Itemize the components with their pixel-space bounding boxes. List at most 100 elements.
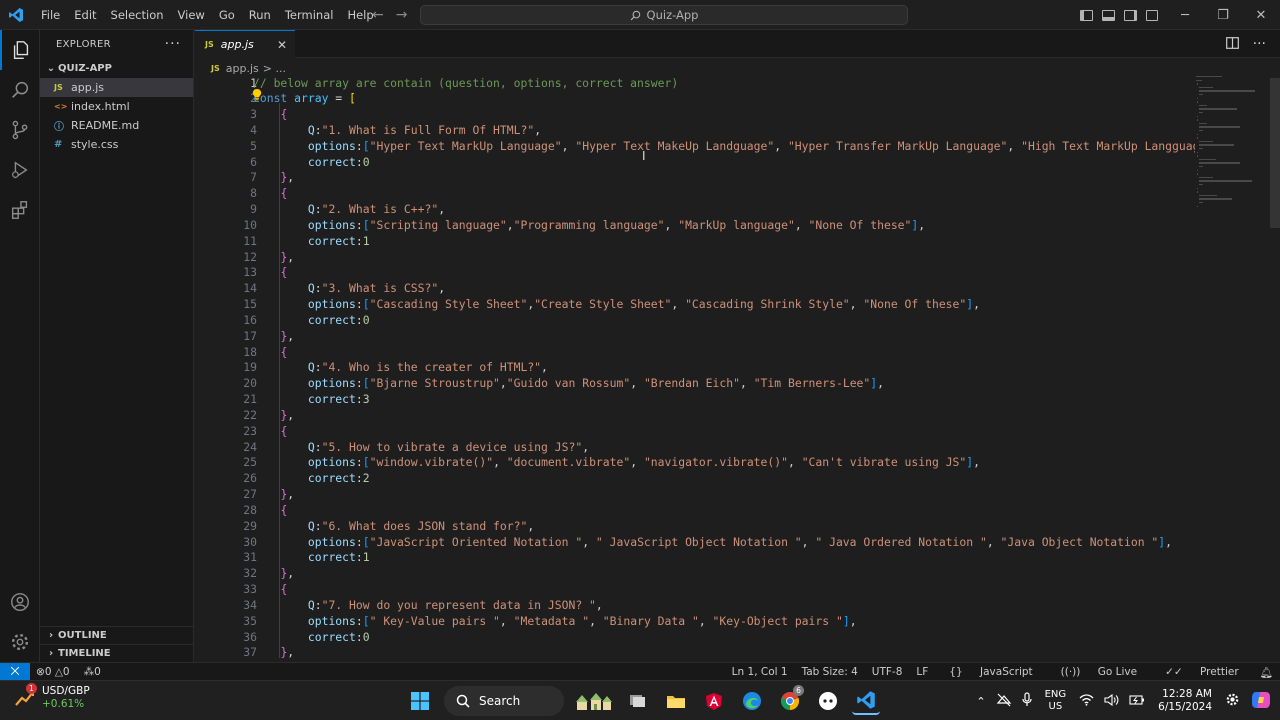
code-line[interactable]: 32 }, [195, 566, 1195, 582]
split-editor-icon[interactable] [1225, 36, 1239, 52]
menu-go[interactable]: Go [212, 0, 242, 30]
code-line[interactable]: 31 correct:1 [195, 550, 1195, 566]
file-app-js[interactable]: JS app.js [40, 78, 193, 97]
back-arrow-icon[interactable]: ← [372, 7, 384, 23]
code-line[interactable]: 3 { [195, 107, 1195, 123]
tab-size[interactable]: Tab Size: 4 [795, 666, 865, 678]
code-line[interactable]: 27 }, [195, 487, 1195, 503]
code-line[interactable]: 36 correct:0 [195, 630, 1195, 646]
code-line[interactable]: 21 correct:3 [195, 392, 1195, 408]
menu-run[interactable]: Run [242, 0, 278, 30]
file-readme-md[interactable]: ⓘ README.md [40, 116, 193, 135]
file-index-html[interactable]: <> index.html [40, 97, 193, 116]
customize-layout-icon[interactable] [1146, 9, 1158, 21]
menu-edit[interactable]: Edit [67, 0, 103, 30]
timeline-section[interactable]: › TIMELINE [40, 644, 193, 662]
wifi-icon[interactable] [1074, 693, 1099, 709]
code-line[interactable]: 25 options:["window.vibrate()", "documen… [195, 455, 1195, 471]
code-line[interactable]: 33 { [195, 582, 1195, 598]
code-line[interactable]: 7 }, [195, 170, 1195, 186]
copilot-icon[interactable] [1245, 689, 1280, 714]
file-explorer-icon[interactable] [662, 687, 690, 715]
village-widget-icon[interactable] [574, 687, 614, 715]
edge-browser-icon[interactable] [738, 687, 766, 715]
run-debug-icon[interactable] [0, 150, 40, 190]
notifications-bell-icon[interactable]: 🔔︎ [1253, 666, 1280, 679]
language-indicator[interactable]: ENG US [1037, 689, 1075, 713]
search-icon[interactable] [0, 70, 40, 110]
chevron-up-icon[interactable]: ⌃ [971, 695, 990, 708]
microphone-icon[interactable] [1017, 692, 1037, 710]
code-line[interactable]: 10 options:["Scripting language","Progra… [195, 218, 1195, 234]
angular-app-icon[interactable] [700, 687, 728, 715]
code-line[interactable]: 24 Q:"5. How to vibrate a device using J… [195, 440, 1195, 456]
minimize-icon[interactable]: ─ [1166, 8, 1204, 23]
vertical-scrollbar[interactable] [1270, 78, 1280, 228]
prettier-status[interactable]: ✓✓ Prettier [1151, 666, 1253, 678]
network-off-icon[interactable] [991, 693, 1017, 710]
menu-file[interactable]: File [34, 0, 67, 30]
taskbar-clock[interactable]: 12:28 AM 6/15/2024 [1150, 688, 1220, 714]
taskbar-search[interactable]: Search [444, 686, 564, 716]
code-line[interactable]: 15 options:["Cascading Style Sheet","Cre… [195, 297, 1195, 313]
go-live-button[interactable]: ((·)) Go Live [1047, 666, 1151, 678]
code-line[interactable]: 8 { [195, 186, 1195, 202]
code-line[interactable]: 13 { [195, 265, 1195, 281]
ports-status[interactable]: ⁂0 [84, 666, 101, 678]
code-line[interactable]: 29 Q:"6. What does JSON stand for?", [195, 519, 1195, 535]
task-view-icon[interactable] [624, 687, 652, 715]
outline-section[interactable]: › OUTLINE [40, 626, 193, 644]
remote-indicator-icon[interactable]: ⨉ [0, 662, 30, 681]
code-editor[interactable]: 1// below array are contain (question, o… [195, 72, 1195, 660]
code-line[interactable]: 16 correct:0 [195, 313, 1195, 329]
chat-app-icon[interactable] [814, 687, 842, 715]
windows-start-icon[interactable] [406, 687, 434, 715]
menu-selection[interactable]: Selection [104, 0, 171, 30]
encoding[interactable]: UTF-8 [865, 666, 910, 678]
folder-header[interactable]: ⌄ QUIZ-APP [40, 58, 193, 78]
code-line[interactable]: 18 { [195, 345, 1195, 361]
lightbulb-icon[interactable] [251, 88, 263, 101]
language-mode[interactable]: {} JavaScript [935, 666, 1046, 678]
code-line[interactable]: 11 correct:1 [195, 234, 1195, 250]
chrome-browser-icon[interactable]: 6 [776, 685, 804, 715]
maximize-icon[interactable]: ❐ [1204, 8, 1242, 23]
source-control-icon[interactable] [0, 110, 40, 150]
widgets-ticker[interactable]: 1 USD/GBP +0.61% [14, 683, 90, 711]
settings-gear-icon[interactable] [0, 622, 40, 662]
code-line[interactable]: 12 }, [195, 250, 1195, 266]
tab-app-js[interactable]: JS app.js ✕ [195, 30, 295, 58]
vscode-taskbar-icon[interactable] [852, 687, 880, 715]
battery-icon[interactable] [1124, 694, 1150, 709]
code-line[interactable]: 9 Q:"2. What is C++?", [195, 202, 1195, 218]
code-line[interactable]: 5 options:["Hyper Text MarkUp Language",… [195, 139, 1195, 155]
code-line[interactable]: 34 Q:"7. How do you represent data in JS… [195, 598, 1195, 614]
code-line[interactable]: 26 correct:2 [195, 471, 1195, 487]
code-line[interactable]: 37 }, [195, 645, 1195, 660]
errors-status[interactable]: ⊗0 △0 [36, 666, 70, 678]
toggle-secondary-sidebar-icon[interactable] [1124, 9, 1137, 21]
toggle-primary-sidebar-icon[interactable] [1080, 9, 1093, 21]
more-actions-icon[interactable]: ··· [1253, 36, 1266, 52]
accounts-icon[interactable] [0, 582, 40, 622]
settings-gear-icon[interactable] [1220, 692, 1245, 710]
close-tab-icon[interactable]: ✕ [277, 38, 287, 52]
code-line[interactable]: 4 Q:"1. What is Full Form Of HTML?", [195, 123, 1195, 139]
command-center-search[interactable]: Quiz-App [420, 5, 908, 25]
close-window-icon[interactable]: ✕ [1242, 8, 1280, 23]
extensions-icon[interactable] [0, 190, 40, 230]
explorer-icon[interactable] [0, 30, 40, 70]
file-style-css[interactable]: # style.css [40, 135, 193, 154]
code-line[interactable]: 23 { [195, 424, 1195, 440]
code-line[interactable]: 2 const array = [ [195, 91, 1195, 107]
menu-view[interactable]: View [171, 0, 212, 30]
code-line[interactable]: 17 }, [195, 329, 1195, 345]
code-line[interactable]: 35 options:[" Key-Value pairs ", "Metada… [195, 614, 1195, 630]
end-of-line[interactable]: LF [909, 666, 935, 678]
code-line[interactable]: 28 { [195, 503, 1195, 519]
toggle-panel-icon[interactable] [1102, 9, 1115, 21]
code-line[interactable]: 6 correct:0 [195, 155, 1195, 171]
more-actions-icon[interactable]: ··· [165, 36, 181, 52]
menu-terminal[interactable]: Terminal [278, 0, 341, 30]
code-line[interactable]: 14 Q:"3. What is CSS?", [195, 281, 1195, 297]
